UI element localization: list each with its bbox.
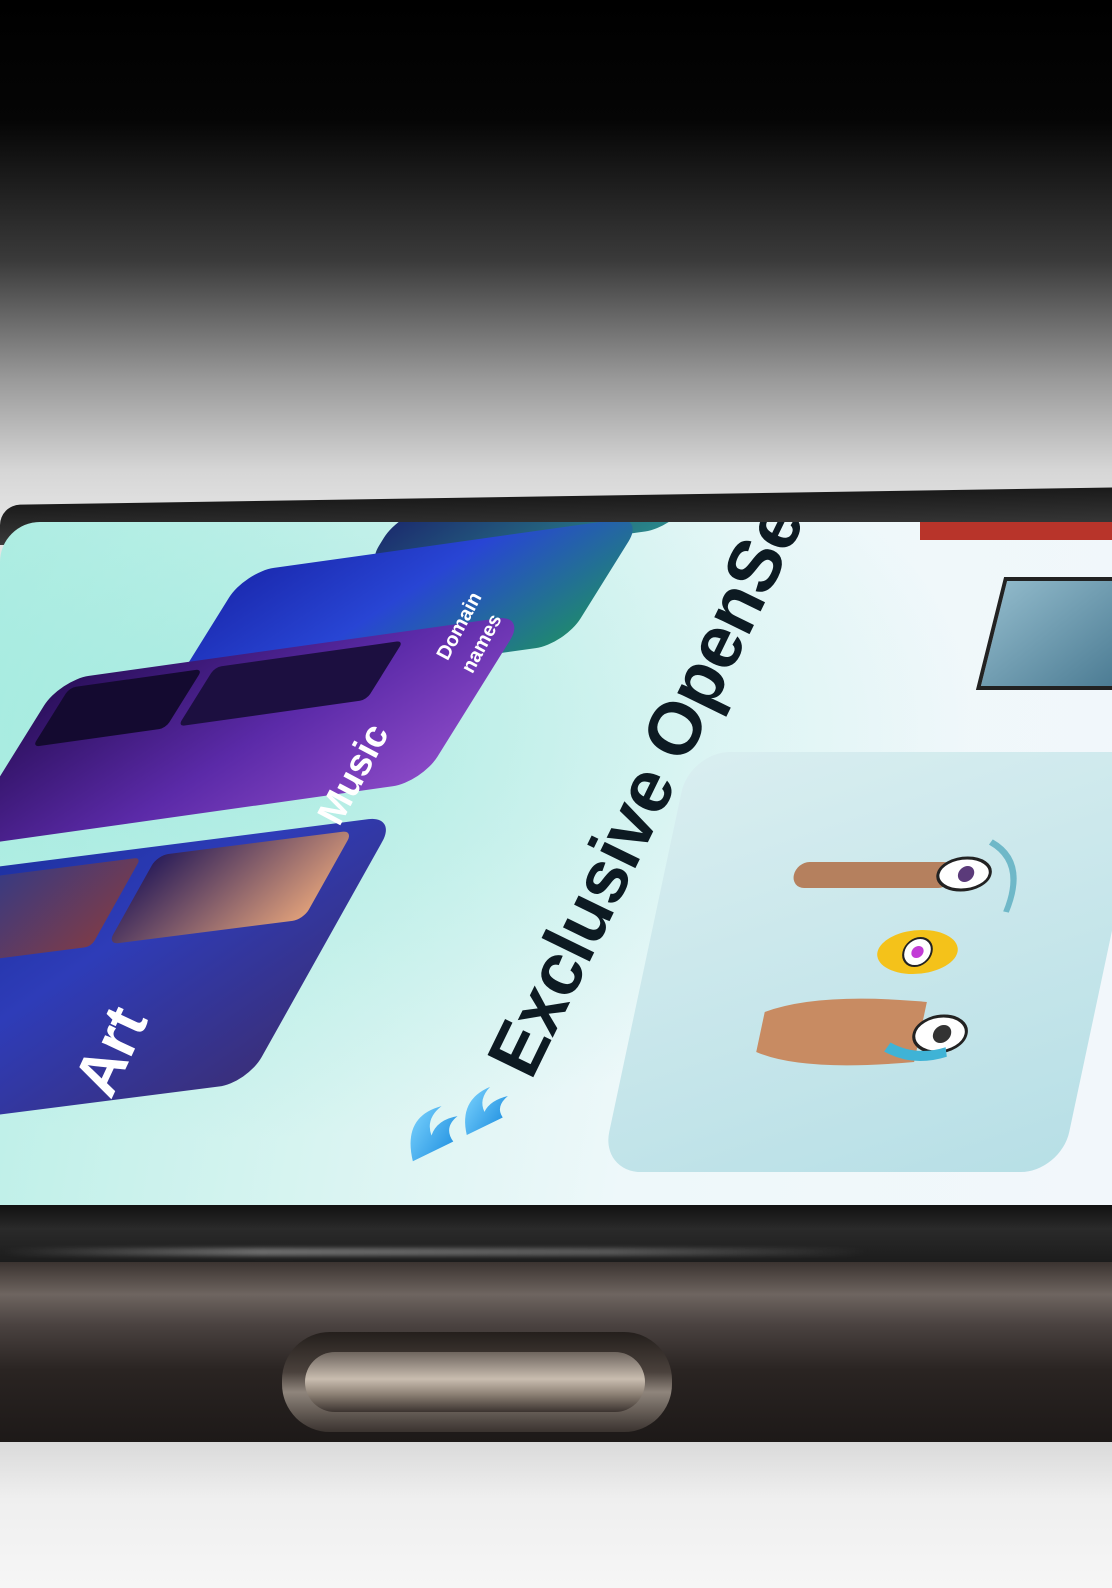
partial-thumbnail [920, 522, 1112, 540]
photo-scene: Art Music Domain names Exclusive OpenSea… [0, 0, 1112, 1588]
table-surface [0, 1440, 1112, 1588]
charging-port-inner [305, 1352, 645, 1412]
nft-drop-card[interactable] [600, 752, 1112, 1172]
phone-screen: Art Music Domain names Exclusive OpenSea… [0, 522, 1112, 1212]
phone-bezel [0, 1205, 1112, 1265]
nft-artwork [756, 839, 1017, 1066]
